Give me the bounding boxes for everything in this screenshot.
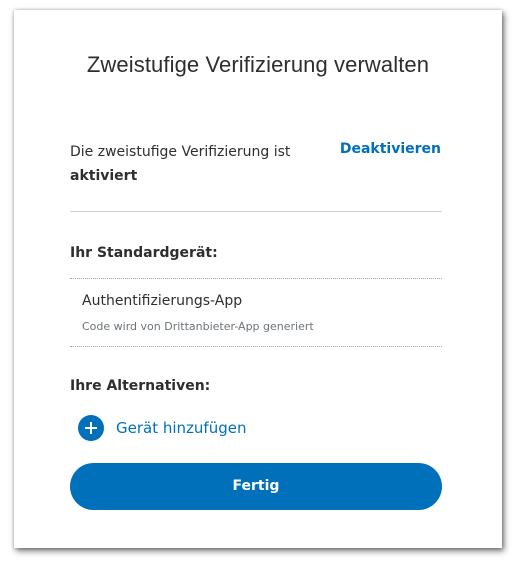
status-description: Die zweistufige Verifizierung ist	[70, 144, 291, 160]
done-button[interactable]: Fertig	[70, 463, 442, 510]
page: Zweistufige Verifizierung verwalten Die …	[0, 0, 517, 566]
status-text: Die zweistufige Verifizierung ist aktivi…	[70, 140, 290, 188]
dotted-divider	[70, 346, 442, 347]
plus-circle-icon[interactable]	[78, 415, 104, 441]
deactivate-link[interactable]: Deaktivieren	[340, 141, 441, 157]
verification-dialog: Zweistufige Verifizierung verwalten Die …	[14, 10, 502, 548]
status-value: aktiviert	[70, 168, 138, 184]
dotted-divider	[70, 278, 442, 279]
default-device-name: Authentifizierungs-App	[82, 293, 243, 309]
add-device-button[interactable]: Gerät hinzufügen	[78, 415, 246, 441]
divider	[70, 211, 442, 212]
default-device-heading: Ihr Standardgerät:	[70, 245, 218, 261]
alternatives-heading: Ihre Alternativen:	[70, 378, 211, 394]
add-device-label[interactable]: Gerät hinzufügen	[116, 419, 246, 437]
default-device-description: Code wird von Drittanbieter-App generier…	[82, 320, 314, 333]
dialog-title: Zweistufige Verifizierung verwalten	[86, 52, 430, 77]
